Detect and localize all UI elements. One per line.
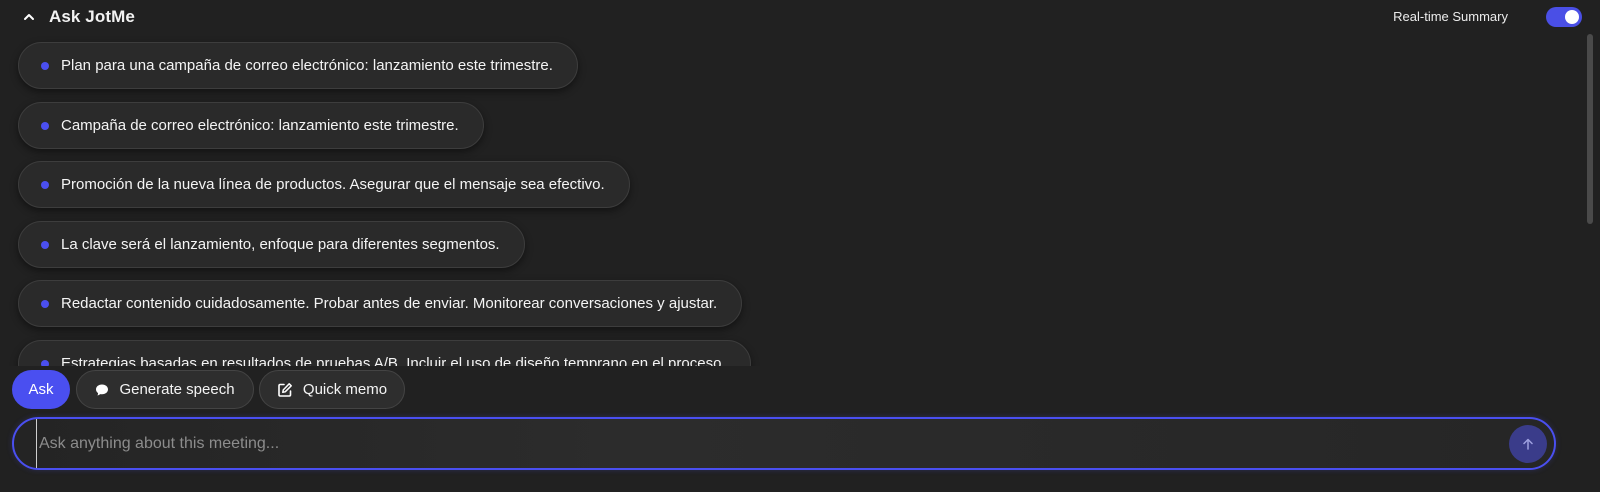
summary-item[interactable]: Estrategias basadas en resultados de pru…: [18, 340, 751, 366]
summary-item[interactable]: Redactar contenido cuidadosamente. Proba…: [18, 280, 743, 327]
summary-item[interactable]: La clave será el lanzamiento, enfoque pa…: [18, 221, 525, 268]
panel-title: Ask JotMe: [49, 7, 135, 26]
realtime-summary-toggle[interactable]: [1546, 7, 1582, 27]
quick-memo-label: Quick memo: [302, 381, 388, 398]
summary-item-text: Redactar contenido cuidadosamente. Proba…: [61, 295, 718, 312]
chevron-up-icon: [24, 14, 34, 20]
speech-bubble-icon: [95, 383, 109, 397]
bullet-dot-icon: [41, 240, 49, 249]
ask-button[interactable]: Ask: [12, 370, 70, 409]
send-button[interactable]: [1509, 425, 1547, 463]
arrow-up-icon: [1523, 438, 1533, 450]
summary-item-text: Plan para una campaña de correo electrón…: [61, 57, 553, 74]
question-input-container: [12, 417, 1556, 470]
bullet-dot-icon: [41, 61, 49, 70]
ask-input[interactable]: [36, 419, 1496, 468]
summary-item[interactable]: Campaña de correo electrónico: lanzamien…: [18, 102, 484, 149]
summary-item[interactable]: Promoción de la nueva línea de productos…: [18, 161, 630, 208]
summary-item-text: La clave será el lanzamiento, enfoque pa…: [61, 236, 500, 253]
panel-header: Ask JotMe Real-time Summary: [0, 0, 1600, 34]
summary-list: Plan para una campaña de correo electrón…: [0, 34, 1584, 366]
bullet-dot-icon: [41, 299, 49, 308]
summary-item-text: Estrategias basadas en resultados de pru…: [61, 355, 726, 366]
generate-speech-button[interactable]: Generate speech: [76, 370, 254, 409]
summary-scrollbar[interactable]: [1587, 34, 1593, 224]
bullet-dot-icon: [41, 180, 49, 189]
summary-item[interactable]: Plan para una campaña de correo electrón…: [18, 42, 578, 89]
ask-jotme-panel: Ask JotMe Real-time Summary Plan para un…: [0, 0, 1600, 492]
realtime-summary-label: Real-time Summary: [1393, 9, 1508, 24]
action-bar: Ask Generate speech Quick memo: [0, 370, 1600, 410]
collapse-button[interactable]: [20, 8, 38, 26]
edit-note-icon: [277, 382, 293, 398]
quick-memo-button[interactable]: Quick memo: [259, 370, 405, 409]
bullet-dot-icon: [41, 359, 49, 366]
bullet-dot-icon: [41, 121, 49, 130]
summary-item-text: Promoción de la nueva línea de productos…: [61, 176, 605, 193]
summary-item-text: Campaña de correo electrónico: lanzamien…: [61, 117, 459, 134]
toggle-knob: [1565, 10, 1579, 24]
generate-speech-label: Generate speech: [119, 381, 235, 398]
